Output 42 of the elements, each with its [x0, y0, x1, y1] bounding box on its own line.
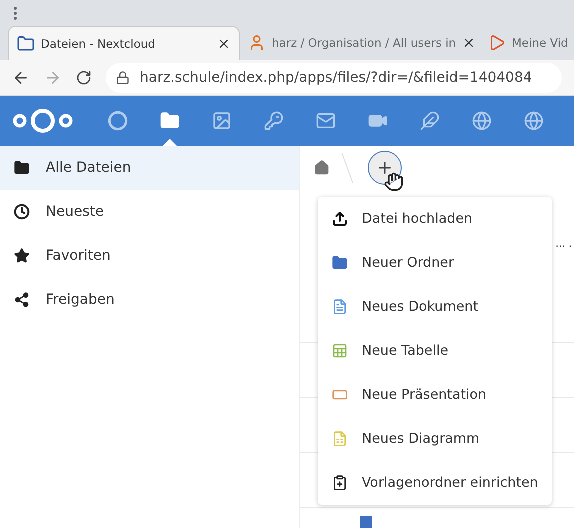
template-icon [332, 475, 348, 491]
tab-icon [488, 34, 506, 52]
logo-icon[interactable] [12, 108, 74, 134]
menu-item[interactable]: Neues Diagramm [318, 417, 552, 461]
browser-tab[interactable]: Meine Vid [480, 26, 574, 60]
mail-icon [316, 111, 336, 131]
diagram-icon [332, 431, 348, 447]
menu-item[interactable]: Neues Dokument [318, 285, 552, 329]
folder-icon [160, 111, 180, 131]
file-icon [360, 516, 372, 528]
browser-tab[interactable]: Dateien - Nextcloud [8, 26, 240, 60]
browser-tab[interactable]: harz / Organisation / All users in [240, 26, 480, 60]
file-name: … . [556, 238, 572, 250]
menu-item[interactable]: Datei hochladen [318, 197, 552, 241]
tab-icon [17, 34, 35, 53]
folder-icon [332, 255, 348, 271]
upload-icon [332, 211, 348, 227]
plus-icon [376, 159, 394, 177]
spreadsheet-icon [332, 343, 348, 359]
star-icon [14, 248, 30, 264]
globe-icon [524, 111, 544, 131]
menu-dots-icon[interactable] [14, 6, 17, 20]
lock-icon [116, 70, 130, 85]
menu-item[interactable]: Neue Präsentation [318, 373, 552, 417]
key-icon [264, 111, 284, 131]
menu-item[interactable]: Vorlagenordner einrichten [318, 461, 552, 505]
reload-icon[interactable] [76, 70, 92, 86]
image-icon [212, 111, 232, 131]
menu-item[interactable]: Neue Tabelle [318, 329, 552, 373]
globe-icon [472, 111, 492, 131]
tab-icon [248, 34, 266, 52]
feather-icon [420, 111, 440, 131]
clock-icon [14, 204, 30, 220]
address-field[interactable]: harz.schule/index.php/apps/files/?dir=/&fileid=1404084 [106, 62, 562, 93]
circle-icon [108, 111, 128, 131]
share-icon [14, 292, 30, 308]
home-icon[interactable] [314, 160, 330, 176]
menu-item[interactable]: Neuer Ordner [318, 241, 552, 285]
hand-cursor-icon [384, 172, 404, 192]
sidebar-item[interactable]: Alle Dateien [0, 146, 299, 190]
document-icon [332, 299, 348, 315]
folder-icon [14, 160, 30, 176]
